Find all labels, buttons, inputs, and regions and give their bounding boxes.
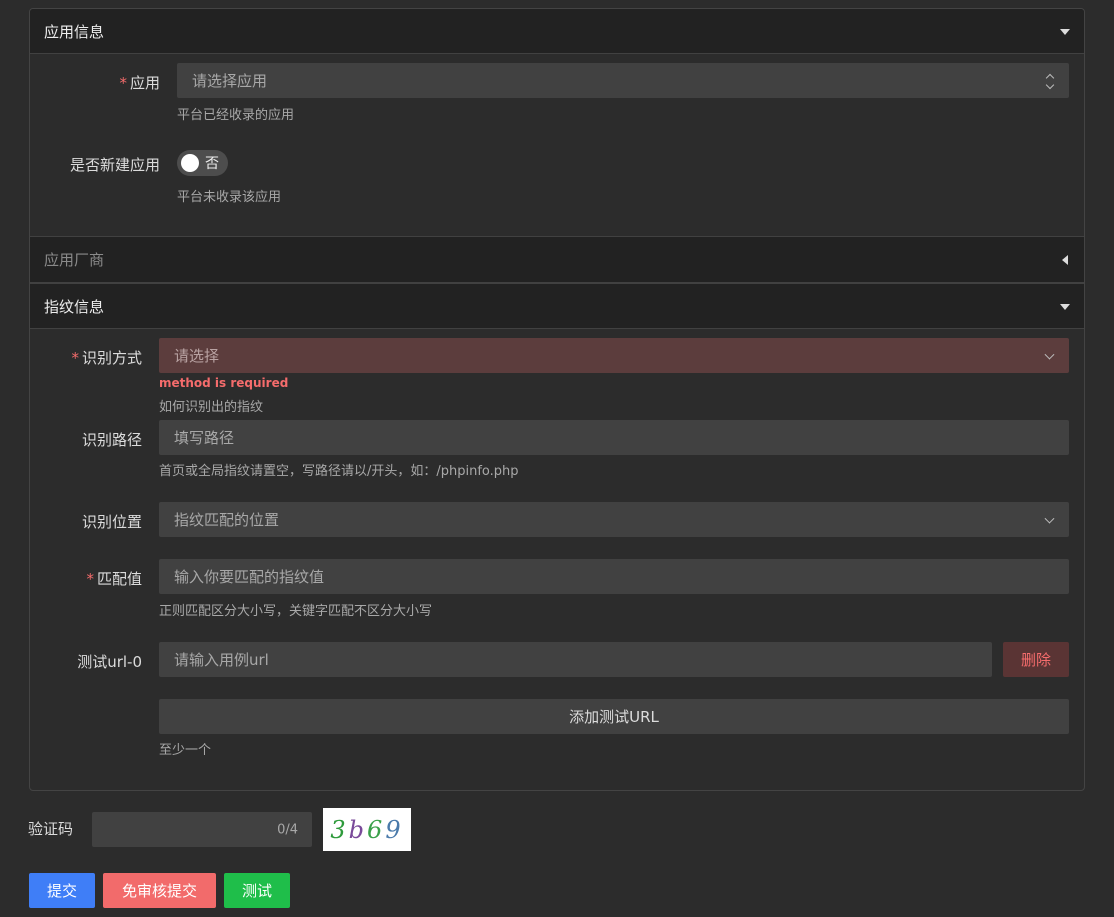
test-url-input-placeholder: 请输入用例url — [174, 651, 269, 669]
method-select[interactable]: 请选择 — [159, 338, 1069, 373]
path-label: 识别路径 — [81, 431, 142, 449]
method-hint: 如何识别出的指纹 — [159, 400, 264, 415]
path-input[interactable]: 填写路径 — [159, 420, 1069, 455]
chevron-down-icon — [1044, 349, 1055, 360]
app-select-placeholder: 请选择应用 — [192, 72, 268, 90]
submit-button[interactable]: 提交 — [29, 873, 95, 908]
match-input-placeholder: 输入你要匹配的指纹值 — [174, 568, 325, 586]
section-header-vendor[interactable]: 应用厂商 — [30, 236, 1084, 283]
path-hint: 首页或全局指纹请置空，写路径请以/开头，如：/phpinfo.php — [159, 464, 519, 479]
captcha-char: 3 — [330, 815, 349, 844]
path-input-placeholder: 填写路径 — [174, 429, 235, 447]
captcha-count: 0/4 — [277, 822, 298, 837]
test-url-label: 测试url-0 — [77, 653, 142, 671]
captcha-char: 6 — [367, 815, 386, 844]
new-app-label: 是否新建应用 — [69, 156, 160, 174]
app-select[interactable]: 请选择应用 — [177, 63, 1069, 98]
submit-no-review-button[interactable]: 免审核提交 — [103, 873, 216, 908]
match-input[interactable]: 输入你要匹配的指纹值 — [159, 559, 1069, 594]
delete-url-button[interactable]: 删除 — [1003, 642, 1069, 677]
form-panel: 应用信息 * 应用 请选择应用 平台已经收录的应用 是否新建应用 否 平台未收录该… — [29, 8, 1085, 791]
switch-knob — [181, 154, 199, 172]
match-label: * 匹配值 — [86, 570, 142, 588]
position-select[interactable]: 指纹匹配的位置 — [159, 502, 1069, 537]
app-label: * 应用 — [119, 74, 160, 92]
section-header-fingerprint[interactable]: 指纹信息 — [30, 283, 1084, 329]
method-select-placeholder: 请选择 — [174, 347, 220, 365]
test-button[interactable]: 测试 — [224, 873, 290, 908]
caret-down-icon — [1060, 304, 1070, 310]
section-header-app-info[interactable]: 应用信息 — [30, 9, 1084, 54]
chevron-down-icon — [1044, 513, 1055, 524]
match-hint: 正则匹配区分大小写，关键字匹配不区分大小写 — [159, 604, 433, 619]
captcha-label: 验证码 — [28, 820, 74, 838]
test-url-hint: 至少一个 — [159, 743, 212, 758]
section-title-app-info: 应用信息 — [44, 22, 105, 41]
new-app-switch[interactable]: 否 — [177, 150, 228, 176]
updown-icon — [1045, 73, 1055, 89]
switch-text: 否 — [205, 156, 219, 172]
captcha-char: 9 — [385, 815, 404, 844]
section-title-fingerprint: 指纹信息 — [44, 297, 105, 316]
section-title-vendor: 应用厂商 — [44, 251, 105, 269]
method-error: method is required — [159, 376, 289, 390]
position-label: 识别位置 — [81, 513, 142, 531]
new-app-hint: 平台未收录该应用 — [177, 190, 282, 205]
caret-down-icon — [1060, 29, 1070, 35]
add-test-url-button[interactable]: 添加测试URL — [159, 699, 1069, 734]
app-hint: 平台已经收录的应用 — [177, 108, 295, 123]
captcha-input[interactable]: 0/4 — [92, 812, 312, 847]
captcha-char: b — [348, 815, 368, 844]
captcha-image[interactable]: 3 b 6 9 — [323, 808, 411, 851]
test-url-input[interactable]: 请输入用例url — [159, 642, 992, 677]
position-select-placeholder: 指纹匹配的位置 — [174, 511, 280, 529]
method-label: * 识别方式 — [71, 349, 142, 367]
caret-left-icon — [1062, 254, 1068, 265]
